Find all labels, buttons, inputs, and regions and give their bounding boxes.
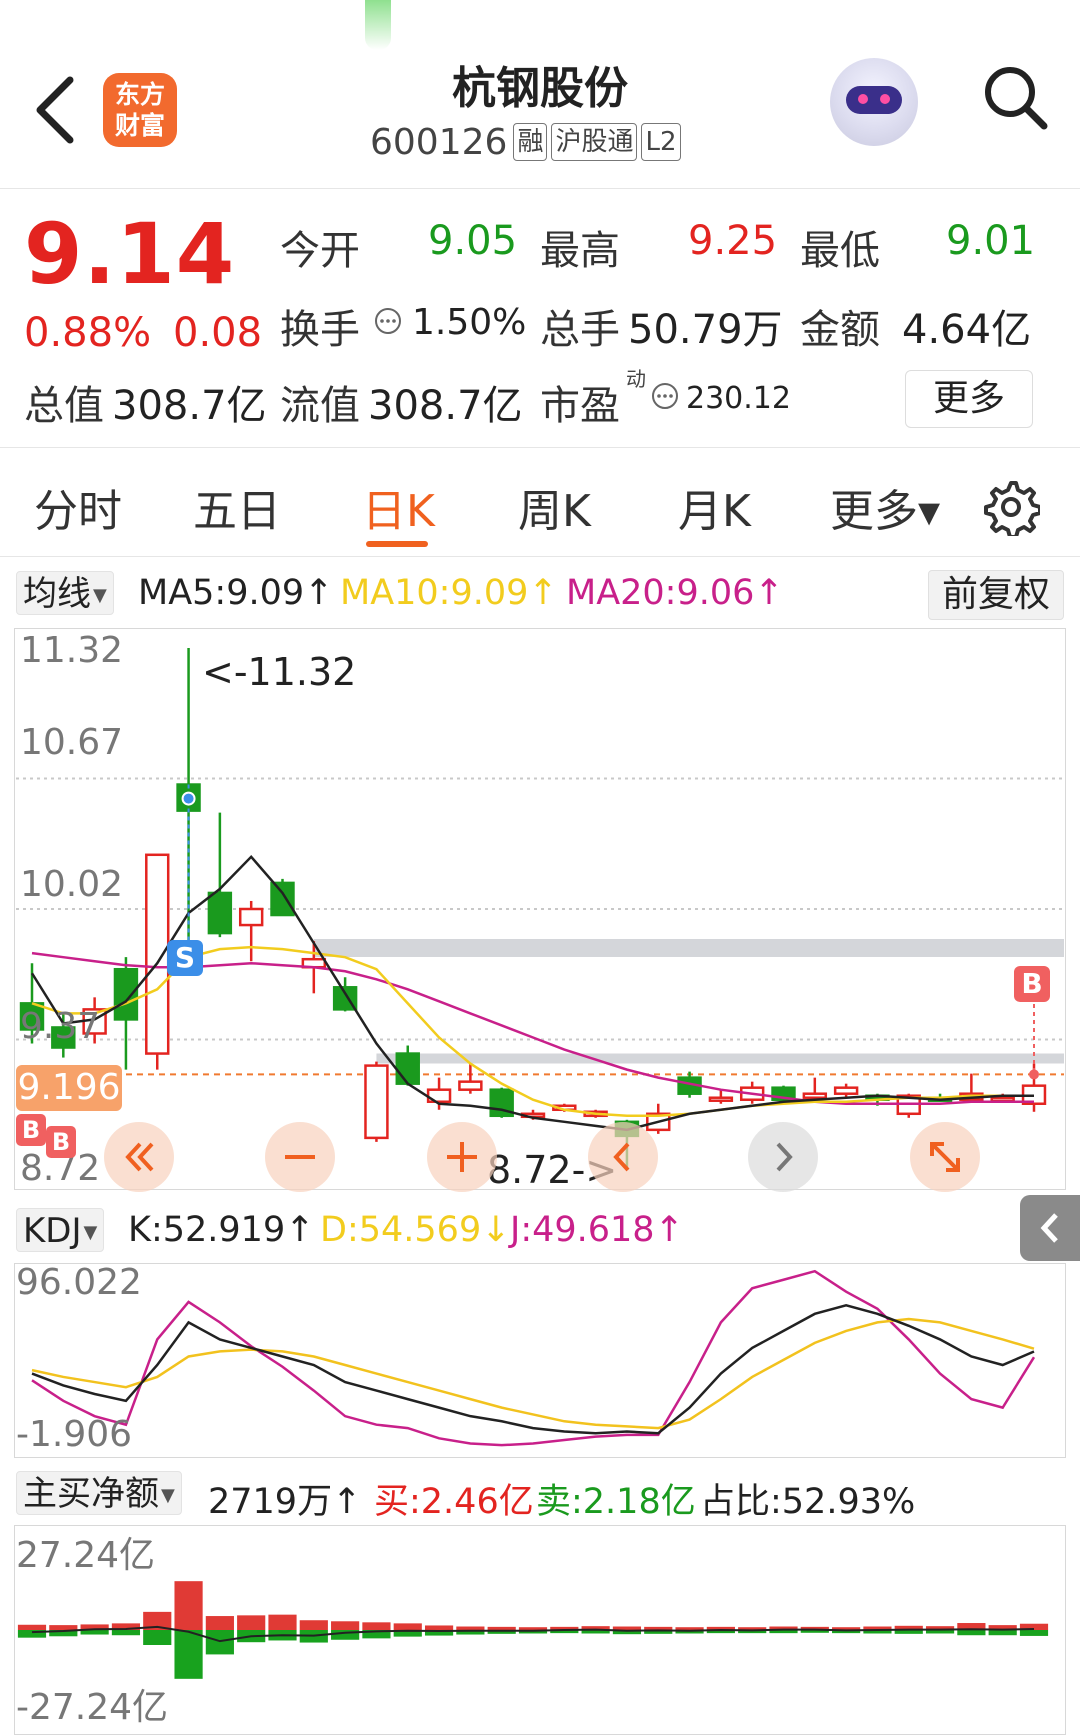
buy-bar: [393, 1623, 422, 1630]
sell-bar: [174, 1630, 203, 1679]
sell-bar: [205, 1630, 234, 1655]
sell-bar: [143, 1630, 172, 1645]
sell-bar: [1019, 1630, 1049, 1636]
buy-bar: [424, 1625, 454, 1630]
buy-bar: [299, 1620, 328, 1630]
flow-chart: [17, 1581, 1049, 1679]
buy-bar: [268, 1614, 297, 1630]
buy-bar: [174, 1581, 203, 1630]
flow-y-top: 27.24亿: [16, 1535, 156, 1576]
sell-bar: [111, 1630, 141, 1636]
buy-bar: [49, 1625, 78, 1630]
buy-bar: [487, 1626, 516, 1630]
sell-bar: [988, 1630, 1017, 1636]
sell-bar: [957, 1630, 986, 1636]
buy-bar: [237, 1615, 266, 1630]
buy-bar: [456, 1626, 485, 1630]
buy-bar: [205, 1616, 234, 1630]
buy-bar: [17, 1624, 47, 1630]
flow-y-bottom: -27.24亿: [16, 1687, 169, 1728]
buy-bar: [362, 1622, 391, 1630]
buy-bar: [331, 1621, 360, 1630]
